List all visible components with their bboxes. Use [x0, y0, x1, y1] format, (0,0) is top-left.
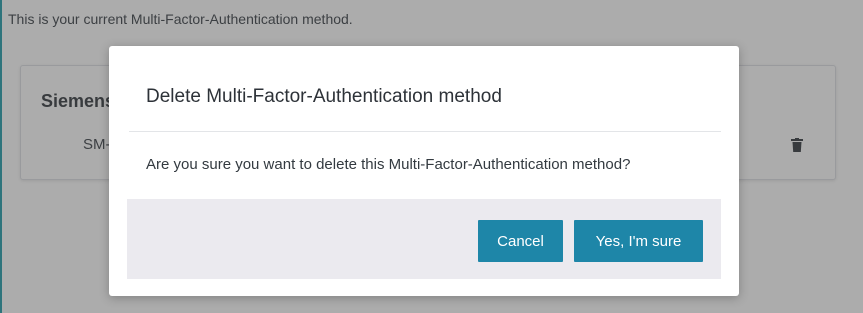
confirm-delete-button[interactable]: Yes, I'm sure [574, 220, 703, 262]
delete-mfa-dialog: Delete Multi-Factor-Authentication metho… [109, 46, 739, 296]
dialog-divider [129, 131, 721, 132]
cancel-button[interactable]: Cancel [478, 220, 563, 262]
dialog-message: Are you sure you want to delete this Mul… [146, 156, 631, 173]
dialog-title: Delete Multi-Factor-Authentication metho… [146, 86, 502, 107]
